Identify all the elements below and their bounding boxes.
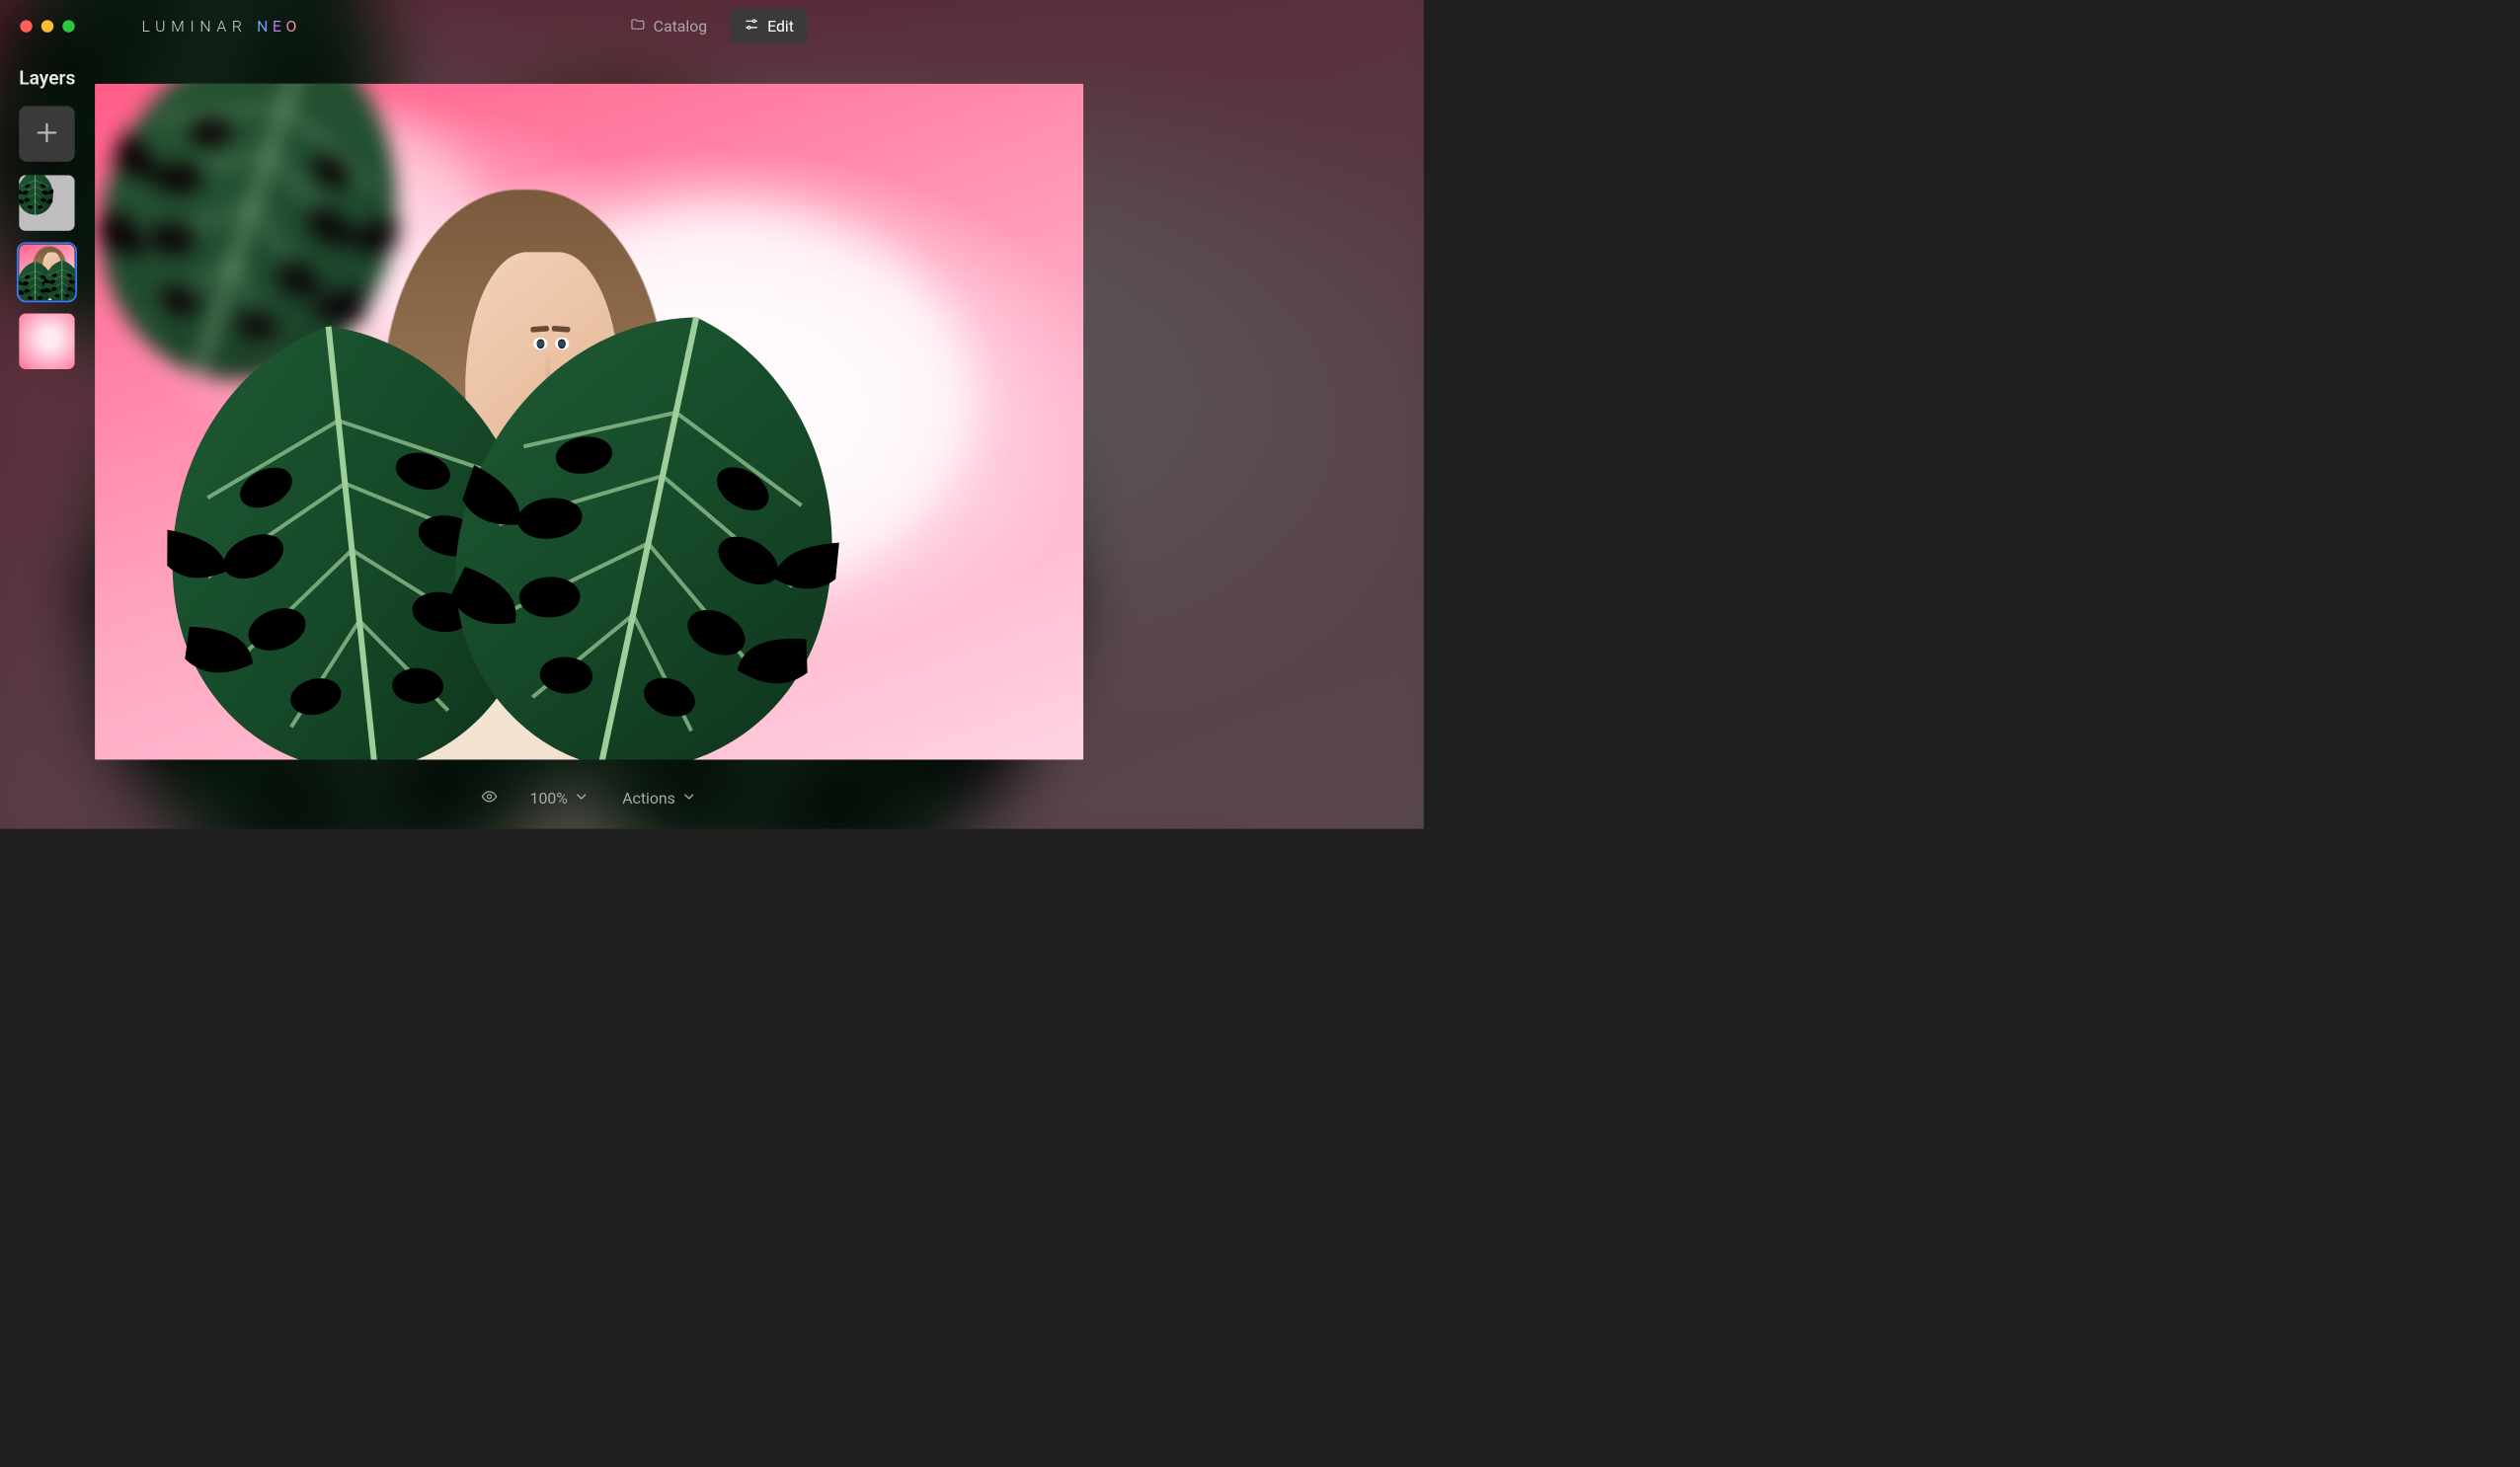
sliders-icon xyxy=(744,17,759,37)
app-brand: LUMINAR NEO xyxy=(142,17,301,36)
zoom-label: 100% xyxy=(530,789,568,808)
add-layer-button[interactable] xyxy=(19,106,75,162)
folder-icon xyxy=(630,17,646,37)
visibility-toggle[interactable] xyxy=(481,788,498,809)
zoom-dropdown[interactable]: 100% xyxy=(530,788,591,809)
actions-dropdown[interactable]: Actions xyxy=(622,788,697,809)
brand-word-1: LUMINAR xyxy=(142,17,248,36)
mode-catalog-button[interactable]: Catalog xyxy=(616,9,720,44)
layers-panel-title: Layers xyxy=(19,67,76,90)
right-panel xyxy=(1083,0,1424,829)
mode-switch: Catalog Edit xyxy=(616,9,807,44)
titlebar: LUMINAR NEO Catalog Edit xyxy=(0,0,1424,52)
plus-icon xyxy=(34,119,59,147)
window-minimize-button[interactable] xyxy=(41,20,53,32)
layer-thumb-pink-sky[interactable] xyxy=(19,314,75,370)
window-close-button[interactable] xyxy=(20,20,32,32)
canvas-toolbar: 100% Actions xyxy=(95,767,1083,828)
chevron-down-icon xyxy=(574,788,591,809)
brand-word-2: NEO xyxy=(257,17,301,36)
eye-icon xyxy=(481,788,498,809)
layer-thumb-leaf-overlay[interactable] xyxy=(19,175,75,231)
window-controls xyxy=(20,20,74,32)
layers-panel: Layers xyxy=(0,52,95,369)
actions-label: Actions xyxy=(622,789,675,808)
mode-edit-label: Edit xyxy=(767,17,794,36)
canvas[interactable] xyxy=(95,84,1083,760)
mode-edit-button[interactable]: Edit xyxy=(731,9,808,44)
window-zoom-button[interactable] xyxy=(62,20,74,32)
mode-catalog-label: Catalog xyxy=(654,17,707,36)
layer-thumb-portrait-subject[interactable] xyxy=(19,244,75,300)
chevron-down-icon xyxy=(680,788,697,809)
canvas-image xyxy=(95,84,1083,760)
